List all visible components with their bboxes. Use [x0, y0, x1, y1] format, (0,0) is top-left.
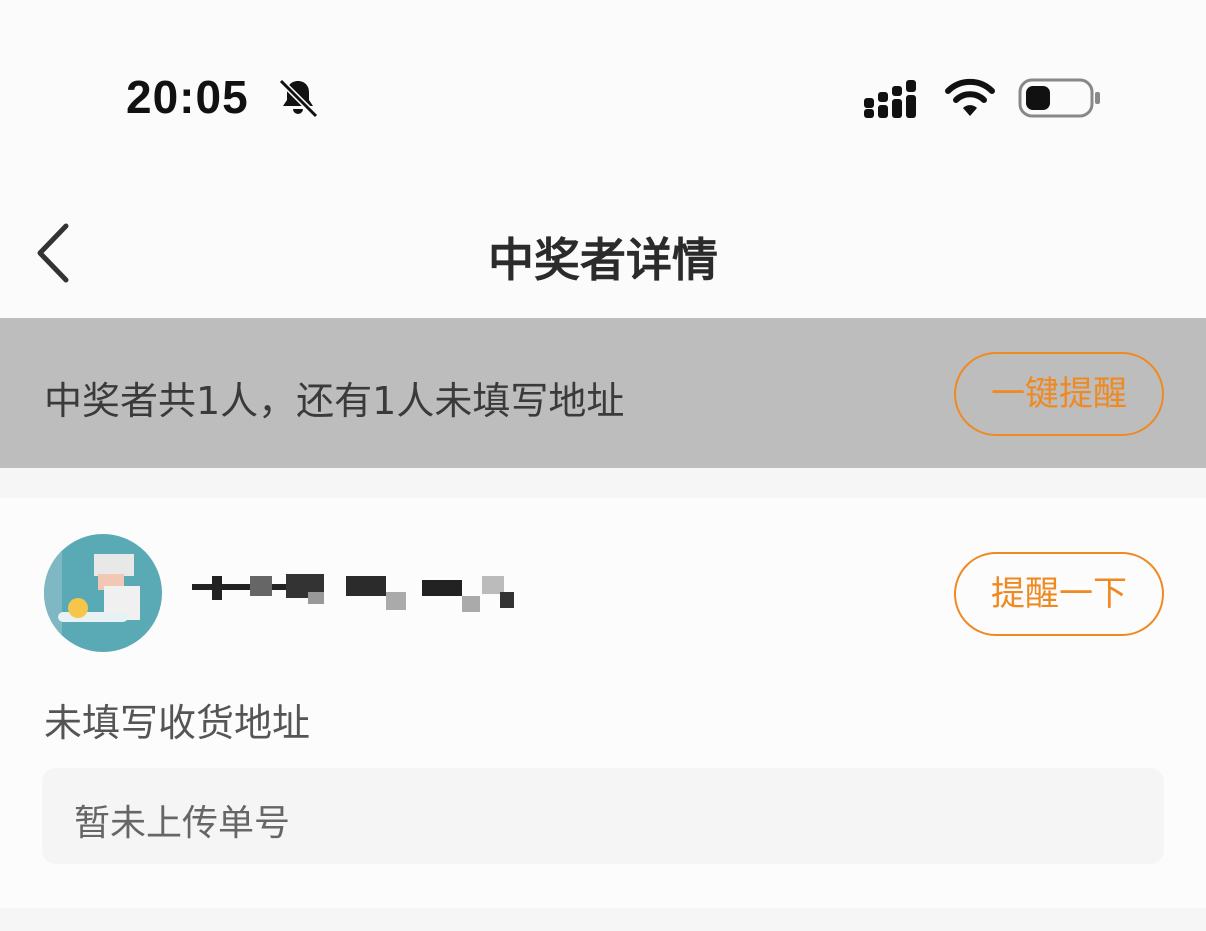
remind-all-button[interactable]: 一键提醒 [954, 352, 1164, 436]
username-redacted [192, 574, 532, 614]
signal-icon [864, 80, 916, 118]
winner-card: 提醒一下 未填写收货地址 暂未上传单号 [0, 498, 1206, 908]
navigation-bar: 中奖者详情 [0, 190, 1206, 318]
avatar [44, 534, 162, 652]
winner-summary-banner: 中奖者共1人，还有1人未填写地址 一键提醒 [0, 318, 1206, 468]
status-time: 20:05 [126, 71, 249, 123]
status-bar: 20:05 [0, 0, 1206, 190]
page-title: 中奖者详情 [488, 233, 718, 287]
wifi-icon [945, 78, 995, 116]
address-status: 未填写收货地址 [44, 701, 311, 745]
remind-winner-button[interactable]: 提醒一下 [954, 552, 1164, 636]
tracking-placeholder: 暂未上传单号 [74, 803, 291, 844]
tracking-number-box[interactable]: 暂未上传单号 [42, 768, 1164, 864]
winner-summary-text: 中奖者共1人，还有1人未填写地址 [44, 379, 625, 423]
bell-muted-icon [278, 78, 319, 119]
battery-icon [1018, 78, 1100, 118]
